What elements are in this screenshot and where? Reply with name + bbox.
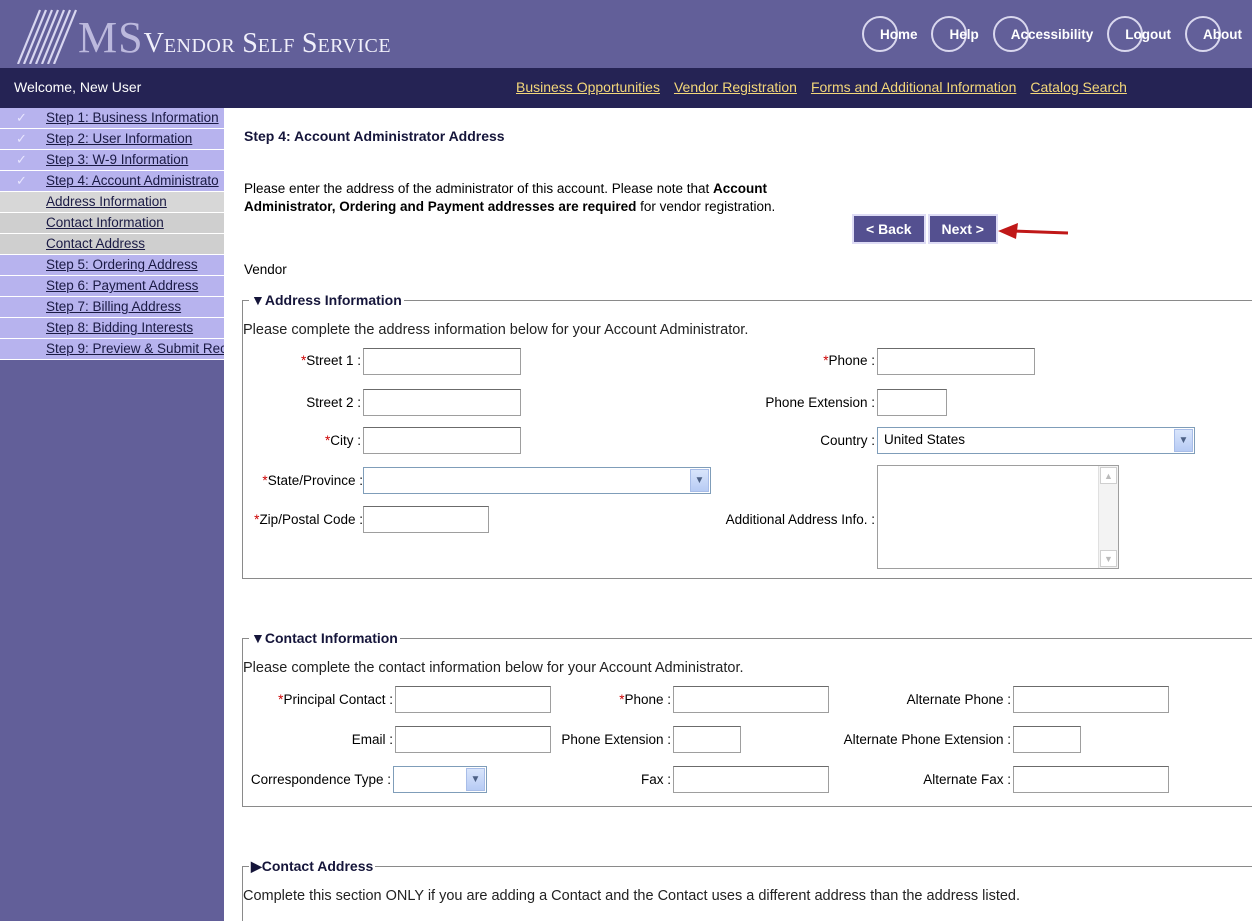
app-header: MSVENDOR SELF SERVICE Home Help Accessib…	[0, 0, 1252, 68]
check-icon: ✓	[16, 110, 27, 125]
nav-forms-additional-info[interactable]: Forms and Additional Information	[811, 79, 1016, 95]
contact-address-section: ▶Contact Address Complete this section O…	[242, 858, 1252, 921]
top-buttons: Home Help Accessibility Logout About	[861, 16, 1252, 52]
phone-input[interactable]	[877, 348, 1035, 375]
sidebar-item-contact-information[interactable]: Contact Information	[0, 213, 224, 234]
accessibility-button[interactable]: Accessibility	[992, 16, 1104, 52]
chevron-down-icon: ▼	[690, 469, 709, 492]
check-icon: ✓	[16, 152, 27, 167]
sidebar-item-step7[interactable]: Step 7: Billing Address	[0, 297, 224, 318]
sidebar-item-step8[interactable]: Step 8: Bidding Interests	[0, 318, 224, 339]
alternate-phone-input[interactable]	[1013, 686, 1169, 713]
page-title: Step 4: Account Administrator Address	[244, 128, 505, 144]
alternate-phone-label: Alternate Phone :	[906, 692, 1011, 707]
chevron-down-icon: ▼	[466, 768, 485, 791]
state-label: *State/Province :	[262, 473, 363, 488]
sidebar-item-step4[interactable]: ✓ Step 4: Account Administrato	[0, 171, 224, 192]
phone-extension-label: Phone Extension :	[765, 395, 875, 410]
next-button[interactable]: Next >	[927, 214, 998, 244]
street1-label: *Street 1 :	[300, 353, 361, 368]
sidebar: ✓ Step 1: Business Information ✓ Step 2: U…	[0, 108, 224, 921]
sidebar-item-step9[interactable]: Step 9: Preview & Submit Rec	[0, 339, 224, 360]
correspondence-type-select[interactable]: ▼	[393, 766, 487, 793]
additional-address-label: Additional Address Info. :	[725, 512, 875, 527]
address-information-section: ▼Address Information Please complete the…	[242, 292, 1252, 579]
alternate-fax-input[interactable]	[1013, 766, 1169, 793]
address-section-description: Please complete the address information …	[243, 322, 749, 338]
nav-business-opportunities[interactable]: Business Opportunities	[516, 79, 660, 95]
phone-label: *Phone :	[823, 353, 875, 368]
about-button[interactable]: About	[1185, 16, 1252, 52]
contact-section-description: Please complete the contact information …	[243, 660, 744, 676]
sidebar-item-step1[interactable]: ✓ Step 1: Business Information	[0, 108, 224, 129]
textarea-scrollbar[interactable]: ▲ ▼	[1098, 466, 1118, 568]
address-section-legend[interactable]: ▼Address Information	[249, 292, 404, 308]
check-icon: ✓	[16, 173, 27, 188]
logout-button[interactable]: Logout	[1107, 16, 1181, 52]
principal-contact-input[interactable]	[395, 686, 551, 713]
vendor-label: Vendor	[244, 262, 287, 277]
country-select[interactable]: United States ▼	[877, 427, 1195, 454]
main-content: Step 4: Account Administrator Address Pl…	[242, 108, 1252, 921]
zip-input[interactable]	[363, 506, 489, 533]
sidebar-item-step5[interactable]: Step 5: Ordering Address	[0, 255, 224, 276]
top-nav-links: Business Opportunities Vendor Registrati…	[516, 79, 1127, 95]
sidebar-item-step2[interactable]: ✓ Step 2: User Information	[0, 129, 224, 150]
street2-label: Street 2 :	[306, 395, 361, 410]
sidebar-item-address-information[interactable]: Address Information	[0, 192, 224, 213]
intro-text: Please enter the address of the administ…	[244, 181, 776, 214]
city-label: *City :	[324, 433, 361, 448]
street2-input[interactable]	[363, 389, 521, 416]
home-button[interactable]: Home	[861, 16, 928, 52]
sidebar-item-contact-address[interactable]: Contact Address	[0, 234, 224, 255]
zip-label: *Zip/Postal Code :	[254, 512, 363, 527]
chevron-down-icon: ▼	[1174, 429, 1193, 452]
contact-section-legend[interactable]: ▼Contact Information	[249, 630, 400, 646]
alternate-fax-label: Alternate Fax :	[923, 772, 1011, 787]
scroll-up-icon[interactable]: ▲	[1100, 467, 1117, 484]
nav-bar: Welcome, New User Business Opportunities…	[0, 68, 1252, 108]
scroll-down-icon[interactable]: ▼	[1100, 550, 1117, 567]
email-label: Email :	[351, 732, 393, 747]
check-icon: ✓	[16, 131, 27, 146]
sidebar-item-step6[interactable]: Step 6: Payment Address	[0, 276, 224, 297]
red-arrow-icon	[998, 223, 1069, 239]
correspondence-type-label: Correspondence Type :	[250, 772, 391, 787]
principal-contact-label: *Principal Contact :	[278, 692, 393, 707]
alternate-phone-extension-label: Alternate Phone Extension :	[843, 732, 1011, 747]
email-input[interactable]	[395, 726, 551, 753]
ams-logo: MSVENDOR SELF SERVICE	[0, 0, 420, 68]
logo-wordmark: MSVENDOR SELF SERVICE	[78, 13, 392, 62]
wizard-buttons: < Back Next >	[852, 214, 998, 244]
alternate-phone-extension-input[interactable]	[1013, 726, 1081, 753]
help-button[interactable]: Help	[931, 16, 988, 52]
back-button[interactable]: < Back	[852, 214, 926, 244]
country-label: Country :	[820, 433, 875, 448]
nav-vendor-registration[interactable]: Vendor Registration	[674, 79, 797, 95]
welcome-text: Welcome, New User	[14, 79, 142, 95]
nav-catalog-search[interactable]: Catalog Search	[1030, 79, 1127, 95]
contact-information-section: ▼Contact Information Please complete the…	[242, 630, 1252, 807]
street1-input[interactable]	[363, 348, 521, 375]
state-select[interactable]: ▼	[363, 467, 711, 494]
city-input[interactable]	[363, 427, 521, 454]
fax-label: Fax :	[640, 772, 671, 787]
contact-address-section-legend[interactable]: ▶Contact Address	[249, 858, 376, 875]
contact-address-section-description: Complete this section ONLY if you are ad…	[243, 888, 1021, 904]
additional-address-textarea[interactable]: ▲ ▼	[877, 465, 1119, 569]
phone-extension-input[interactable]	[877, 389, 947, 416]
sidebar-item-step3[interactable]: ✓ Step 3: W-9 Information	[0, 150, 224, 171]
contact-phone-extension-label: Phone Extension :	[561, 732, 671, 747]
contact-phone-extension-input[interactable]	[673, 726, 741, 753]
contact-phone-label: *Phone :	[619, 692, 671, 707]
